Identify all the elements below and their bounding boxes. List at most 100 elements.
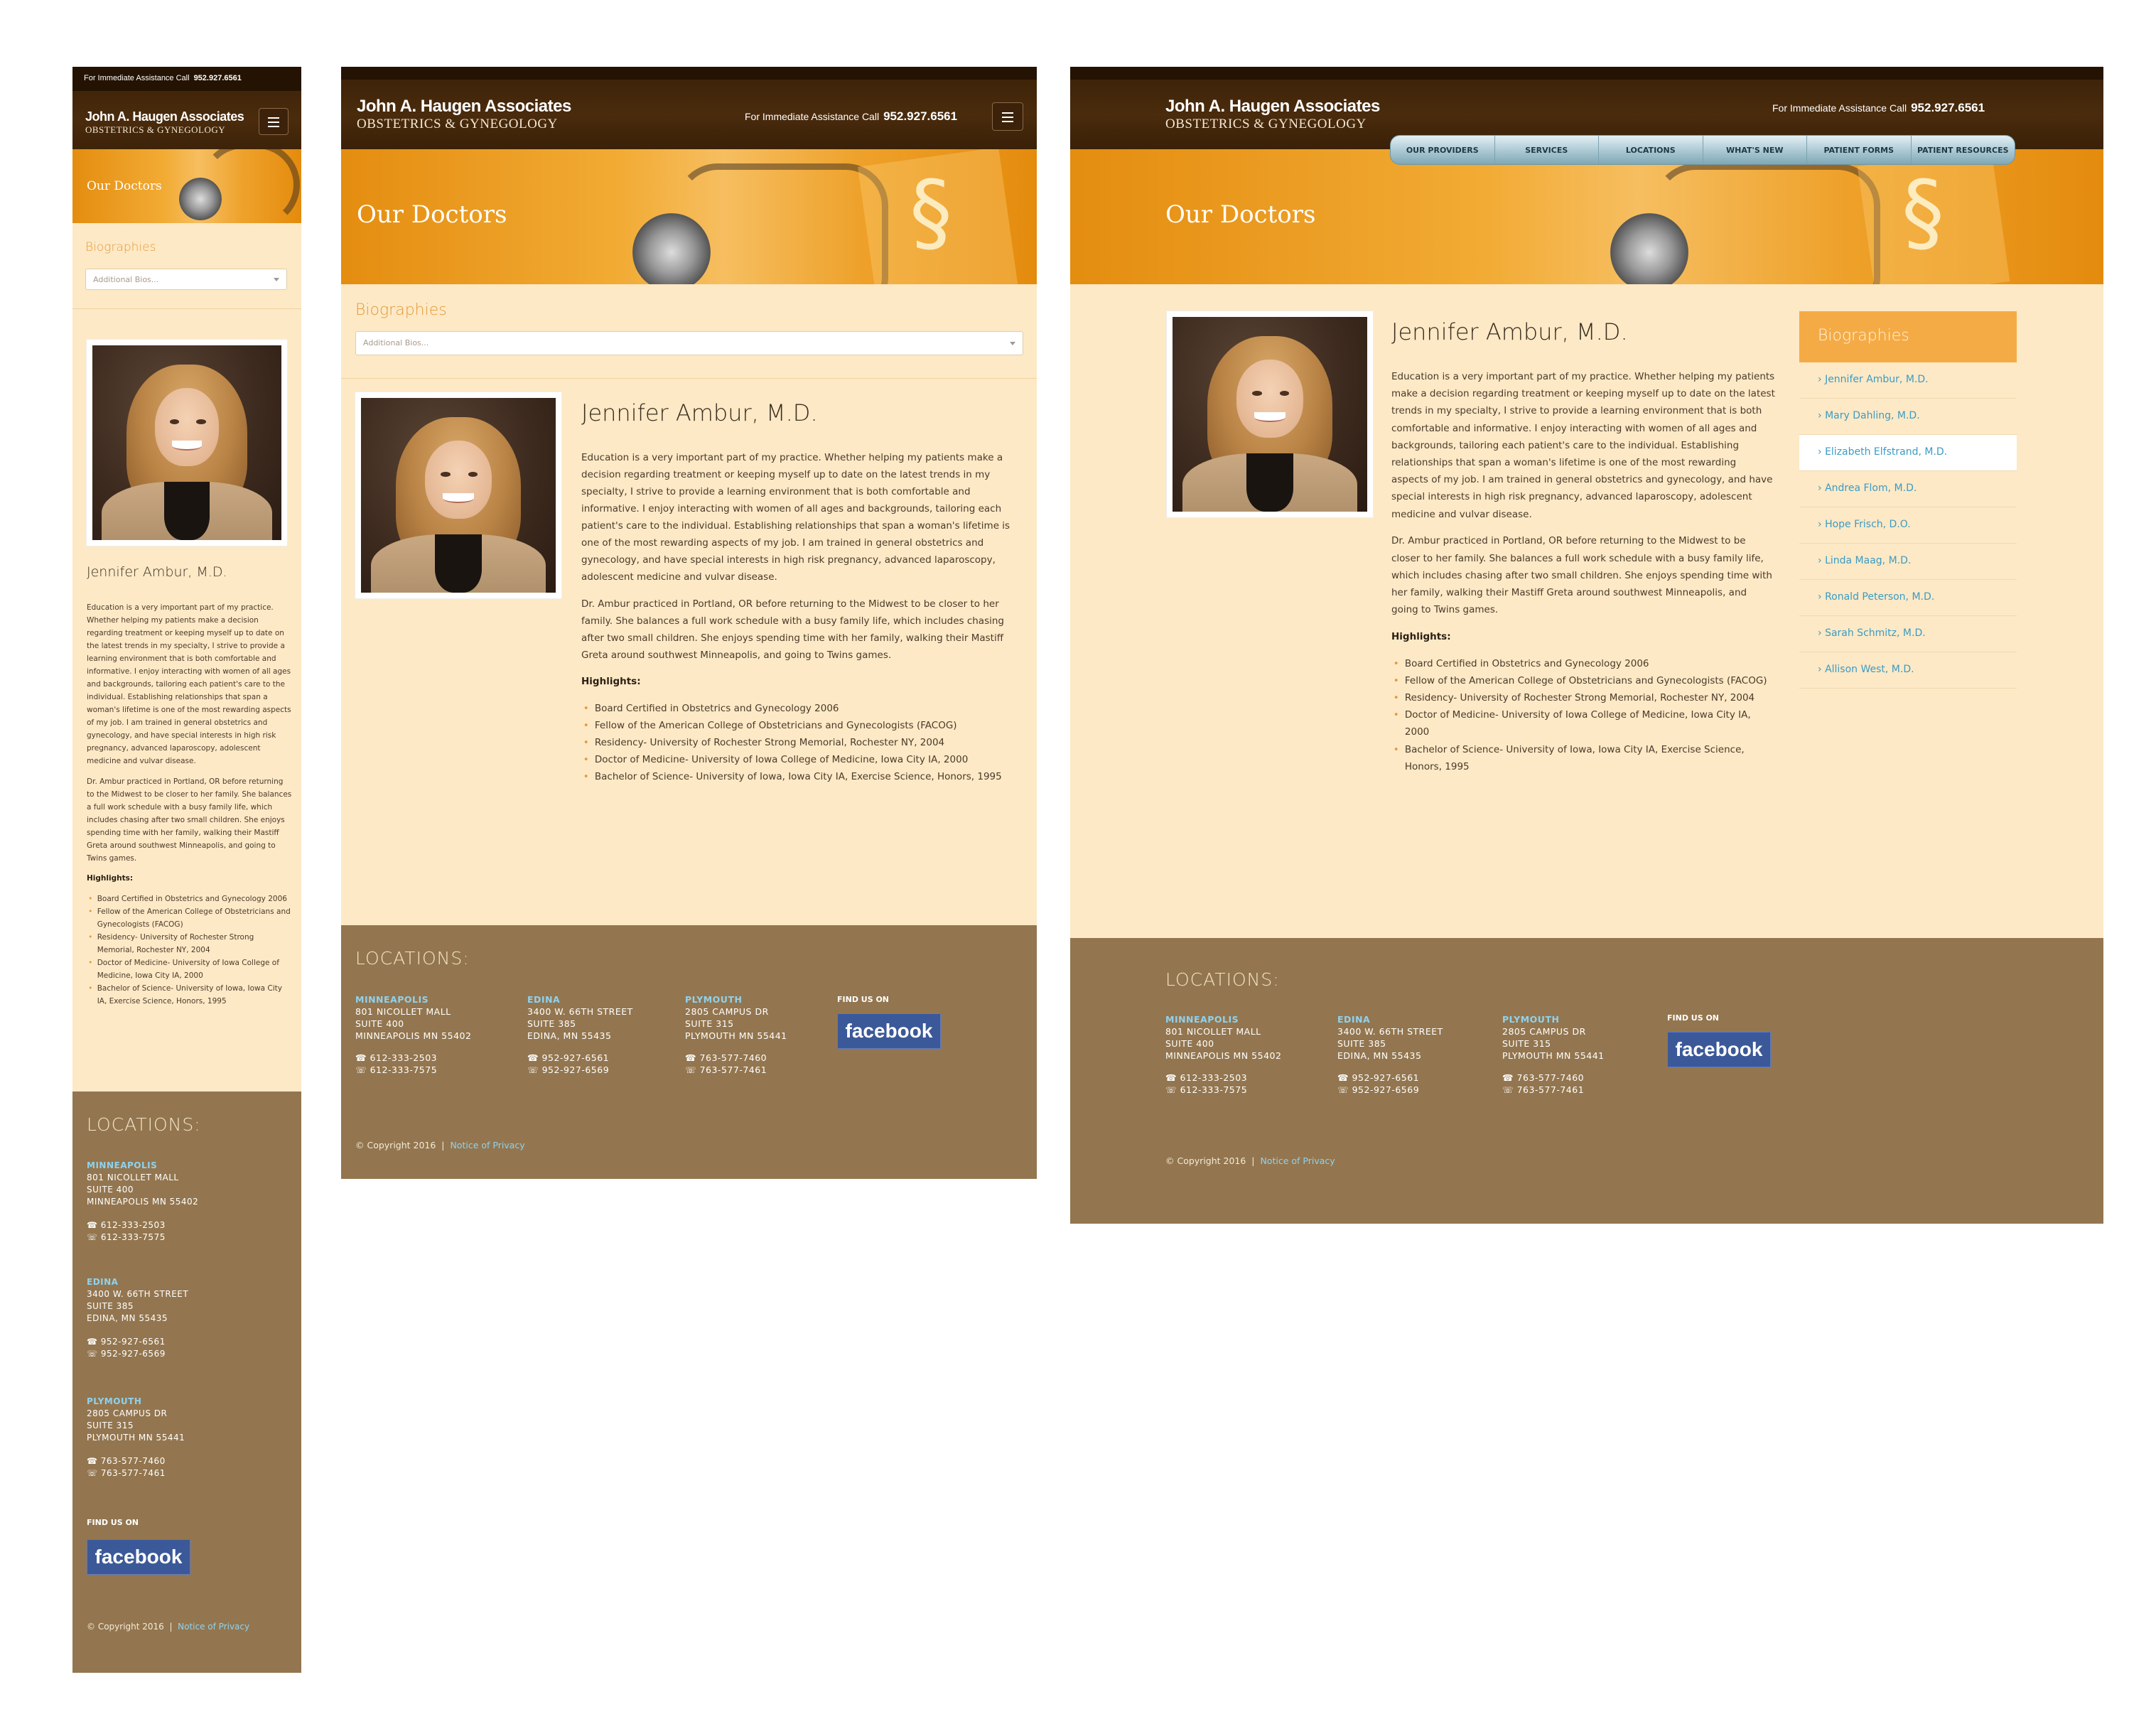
page-banner: § Our Doctors	[341, 149, 1037, 284]
privacy-link[interactable]: Notice of Privacy	[450, 1140, 524, 1150]
facebook-button[interactable]: facebook	[837, 1013, 941, 1049]
phone-icon: ☎	[87, 1456, 101, 1466]
assist-phone[interactable]: 952.927.6561	[194, 74, 242, 82]
location-edina: EDINA 3400 W. 66TH STREET SUITE 385 EDINA, …	[87, 1277, 189, 1360]
phone-icon: ☎	[87, 1337, 101, 1347]
phone-link[interactable]: ☎ 612-333-2503	[1165, 1072, 1281, 1084]
locations-heading: LOCATIONS:	[355, 948, 470, 969]
nav-patient-resources[interactable]: PATIENT RESOURCES	[1912, 136, 2015, 164]
fax-link[interactable]: ☏ 612-333-7575	[87, 1231, 198, 1244]
phone-icon: ☎	[355, 1052, 370, 1063]
privacy-link[interactable]: Notice of Privacy	[1260, 1155, 1335, 1166]
fax-link[interactable]: ☏ 763-577-7461	[1502, 1084, 1605, 1096]
phone-icon: ☎	[527, 1052, 542, 1063]
bio-link[interactable]: › Hope Frisch, D.O.	[1799, 507, 2017, 544]
fax-link[interactable]: ☏ 952-927-6569	[87, 1348, 188, 1360]
page-title: Our Doctors	[1165, 200, 1316, 229]
list-item: Board Certified in Obstetrics and Gyneco…	[581, 700, 1029, 717]
fax-link[interactable]: ☏ 612-333-7575	[1165, 1084, 1281, 1096]
bio-link[interactable]: › Sarah Schmitz, M.D.	[1799, 616, 2017, 652]
location-edina: EDINA 3400 W. 66TH STREET SUITE 385 EDINA, …	[527, 994, 633, 1076]
nav-patient-forms[interactable]: PATIENT FORMS	[1807, 136, 1912, 164]
phone-icon: ☎	[685, 1052, 700, 1063]
page-banner: Our Doctors	[72, 149, 301, 223]
logo-flame-icon: §	[910, 163, 952, 262]
location-edina: EDINA 3400 W. 66TH STREET SUITE 385 EDINA, …	[1337, 1014, 1443, 1096]
copyright: © Copyright 2016 | Notice of Privacy	[1165, 1155, 1335, 1166]
menu-toggle-button[interactable]	[259, 108, 289, 135]
list-item: Board Certified in Obstetrics and Gyneco…	[87, 893, 293, 905]
doctor-bio: Education is a very important part of my…	[1391, 368, 1775, 775]
fax-icon: ☏	[1165, 1084, 1180, 1095]
fax-link[interactable]: ☏ 612-333-7575	[355, 1064, 471, 1076]
location-plymouth: PLYMOUTH 2805 CAMPUS DR SUITE 315 PLYMOUTH …	[1502, 1014, 1605, 1096]
assist-call: For Immediate Assistance Call 952.927.656…	[745, 109, 958, 123]
find-us-label: FIND US ON	[1667, 1013, 1720, 1023]
nav-whats-new[interactable]: WHAT'S NEW	[1703, 136, 1807, 164]
fax-icon: ☏	[1337, 1084, 1352, 1095]
facebook-button[interactable]: facebook	[87, 1539, 190, 1575]
location-plymouth: PLYMOUTH 2805 CAMPUS DR SUITE 315 PLYMOUTH …	[87, 1396, 185, 1479]
nav-our-providers[interactable]: OUR PROVIDERS	[1391, 136, 1495, 164]
bio-link[interactable]: › Ronald Peterson, M.D.	[1799, 580, 2017, 616]
additional-bios-select[interactable]: Additional Bios...	[355, 331, 1023, 355]
assist-phone[interactable]: 952.927.6561	[1911, 101, 1985, 114]
bio-link[interactable]: › Andrea Flom, M.D.	[1799, 471, 2017, 507]
phone-link[interactable]: ☎ 763-577-7460	[87, 1455, 185, 1467]
bio-link[interactable]: › Jennifer Ambur, M.D.	[1799, 362, 2017, 399]
fax-link[interactable]: ☏ 763-577-7461	[87, 1467, 185, 1479]
bio-link[interactable]: › Mary Dahling, M.D.	[1799, 399, 2017, 435]
find-us-label: FIND US ON	[837, 995, 890, 1004]
location-minneapolis: MINNEAPOLIS 801 NICOLLET MALL SUITE 400 MIN…	[1165, 1014, 1282, 1096]
tablet-view: John A. Haugen Associates OBSTETRICS & G…	[341, 67, 1037, 1179]
list-item: Board Certified in Obstetrics and Gyneco…	[1391, 655, 1775, 672]
nav-locations[interactable]: LOCATIONS	[1599, 136, 1703, 164]
site-footer: LOCATIONS: MINNEAPOLIS 801 NICOLLET MALL S…	[341, 925, 1037, 1179]
phone-link[interactable]: ☎ 612-333-2503	[87, 1219, 198, 1231]
bio-link[interactable]: › Elizabeth Elfstrand, M.D.	[1799, 435, 2017, 471]
phone-link[interactable]: ☎ 952-927-6561	[1337, 1072, 1443, 1084]
hamburger-icon	[268, 117, 279, 119]
brand-logo[interactable]: John A. Haugen Associates OBSTETRICS & G…	[1165, 97, 1380, 132]
fax-link[interactable]: ☏ 952-927-6569	[1337, 1084, 1443, 1096]
highlights-list: Board Certified in Obstetrics and Gyneco…	[581, 700, 1029, 785]
location-minneapolis: MINNEAPOLIS 801 NICOLLET MALL SUITE 400 MIN…	[355, 994, 472, 1076]
phone-link[interactable]: ☎ 763-577-7460	[1502, 1072, 1605, 1084]
mobile-view: For Immediate Assistance Call 952.927.656…	[72, 67, 301, 1673]
phone-icon: ☎	[1165, 1072, 1180, 1083]
doctor-name: Jennifer Ambur, M.D.	[1391, 318, 1628, 345]
assist-call: For Immediate Assistance Call 952.927.656…	[1772, 101, 1985, 114]
list-item: Doctor of Medicine- University of Iowa C…	[87, 956, 293, 982]
facebook-button[interactable]: facebook	[1667, 1032, 1771, 1067]
bio-link[interactable]: › Allison West, M.D.	[1799, 652, 2017, 689]
phone-link[interactable]: ☎ 952-927-6561	[87, 1336, 188, 1348]
menu-toggle-button[interactable]	[992, 102, 1023, 131]
list-item: Doctor of Medicine- University of Iowa C…	[1391, 706, 1775, 740]
phone-link[interactable]: ☎ 612-333-2503	[355, 1052, 471, 1064]
site-footer: LOCATIONS: MINNEAPOLIS 801 NICOLLET MALL S…	[72, 1092, 301, 1673]
additional-bios-select[interactable]: Additional Bios...	[85, 269, 287, 290]
phone-link[interactable]: ☎ 763-577-7460	[685, 1052, 787, 1064]
doctor-photo	[87, 340, 287, 546]
brand-logo[interactable]: John A. Haugen Associates OBSTETRICS & G…	[357, 97, 571, 132]
nav-services[interactable]: SERVICES	[1495, 136, 1599, 164]
assist-phone[interactable]: 952.927.6561	[883, 109, 957, 123]
list-item: Fellow of the American College of Obstet…	[1391, 672, 1775, 689]
list-item: Doctor of Medicine- University of Iowa C…	[581, 751, 1029, 768]
privacy-link[interactable]: Notice of Privacy	[178, 1622, 249, 1632]
list-item: Fellow of the American College of Obstet…	[87, 905, 293, 931]
page-banner: § Our Doctors	[1070, 149, 2103, 284]
fax-icon: ☏	[355, 1064, 370, 1075]
biographies-heading: Biographies	[355, 301, 447, 319]
fax-icon: ☏	[685, 1064, 700, 1075]
hamburger-icon	[1001, 112, 1014, 114]
copyright: © Copyright 2016 | Notice of Privacy	[87, 1622, 250, 1632]
brand-logo[interactable]: John A. Haugen Associates OBSTETRICS & G…	[85, 109, 244, 136]
phone-link[interactable]: ☎ 952-927-6561	[527, 1052, 633, 1064]
locations-heading: LOCATIONS:	[87, 1114, 201, 1135]
bio-link[interactable]: › Linda Maag, M.D.	[1799, 544, 2017, 580]
locations-heading: LOCATIONS:	[1165, 969, 1280, 990]
doctor-name: Jennifer Ambur, M.D.	[581, 399, 818, 426]
fax-link[interactable]: ☏ 952-927-6569	[527, 1064, 633, 1076]
fax-link[interactable]: ☏ 763-577-7461	[685, 1064, 787, 1076]
